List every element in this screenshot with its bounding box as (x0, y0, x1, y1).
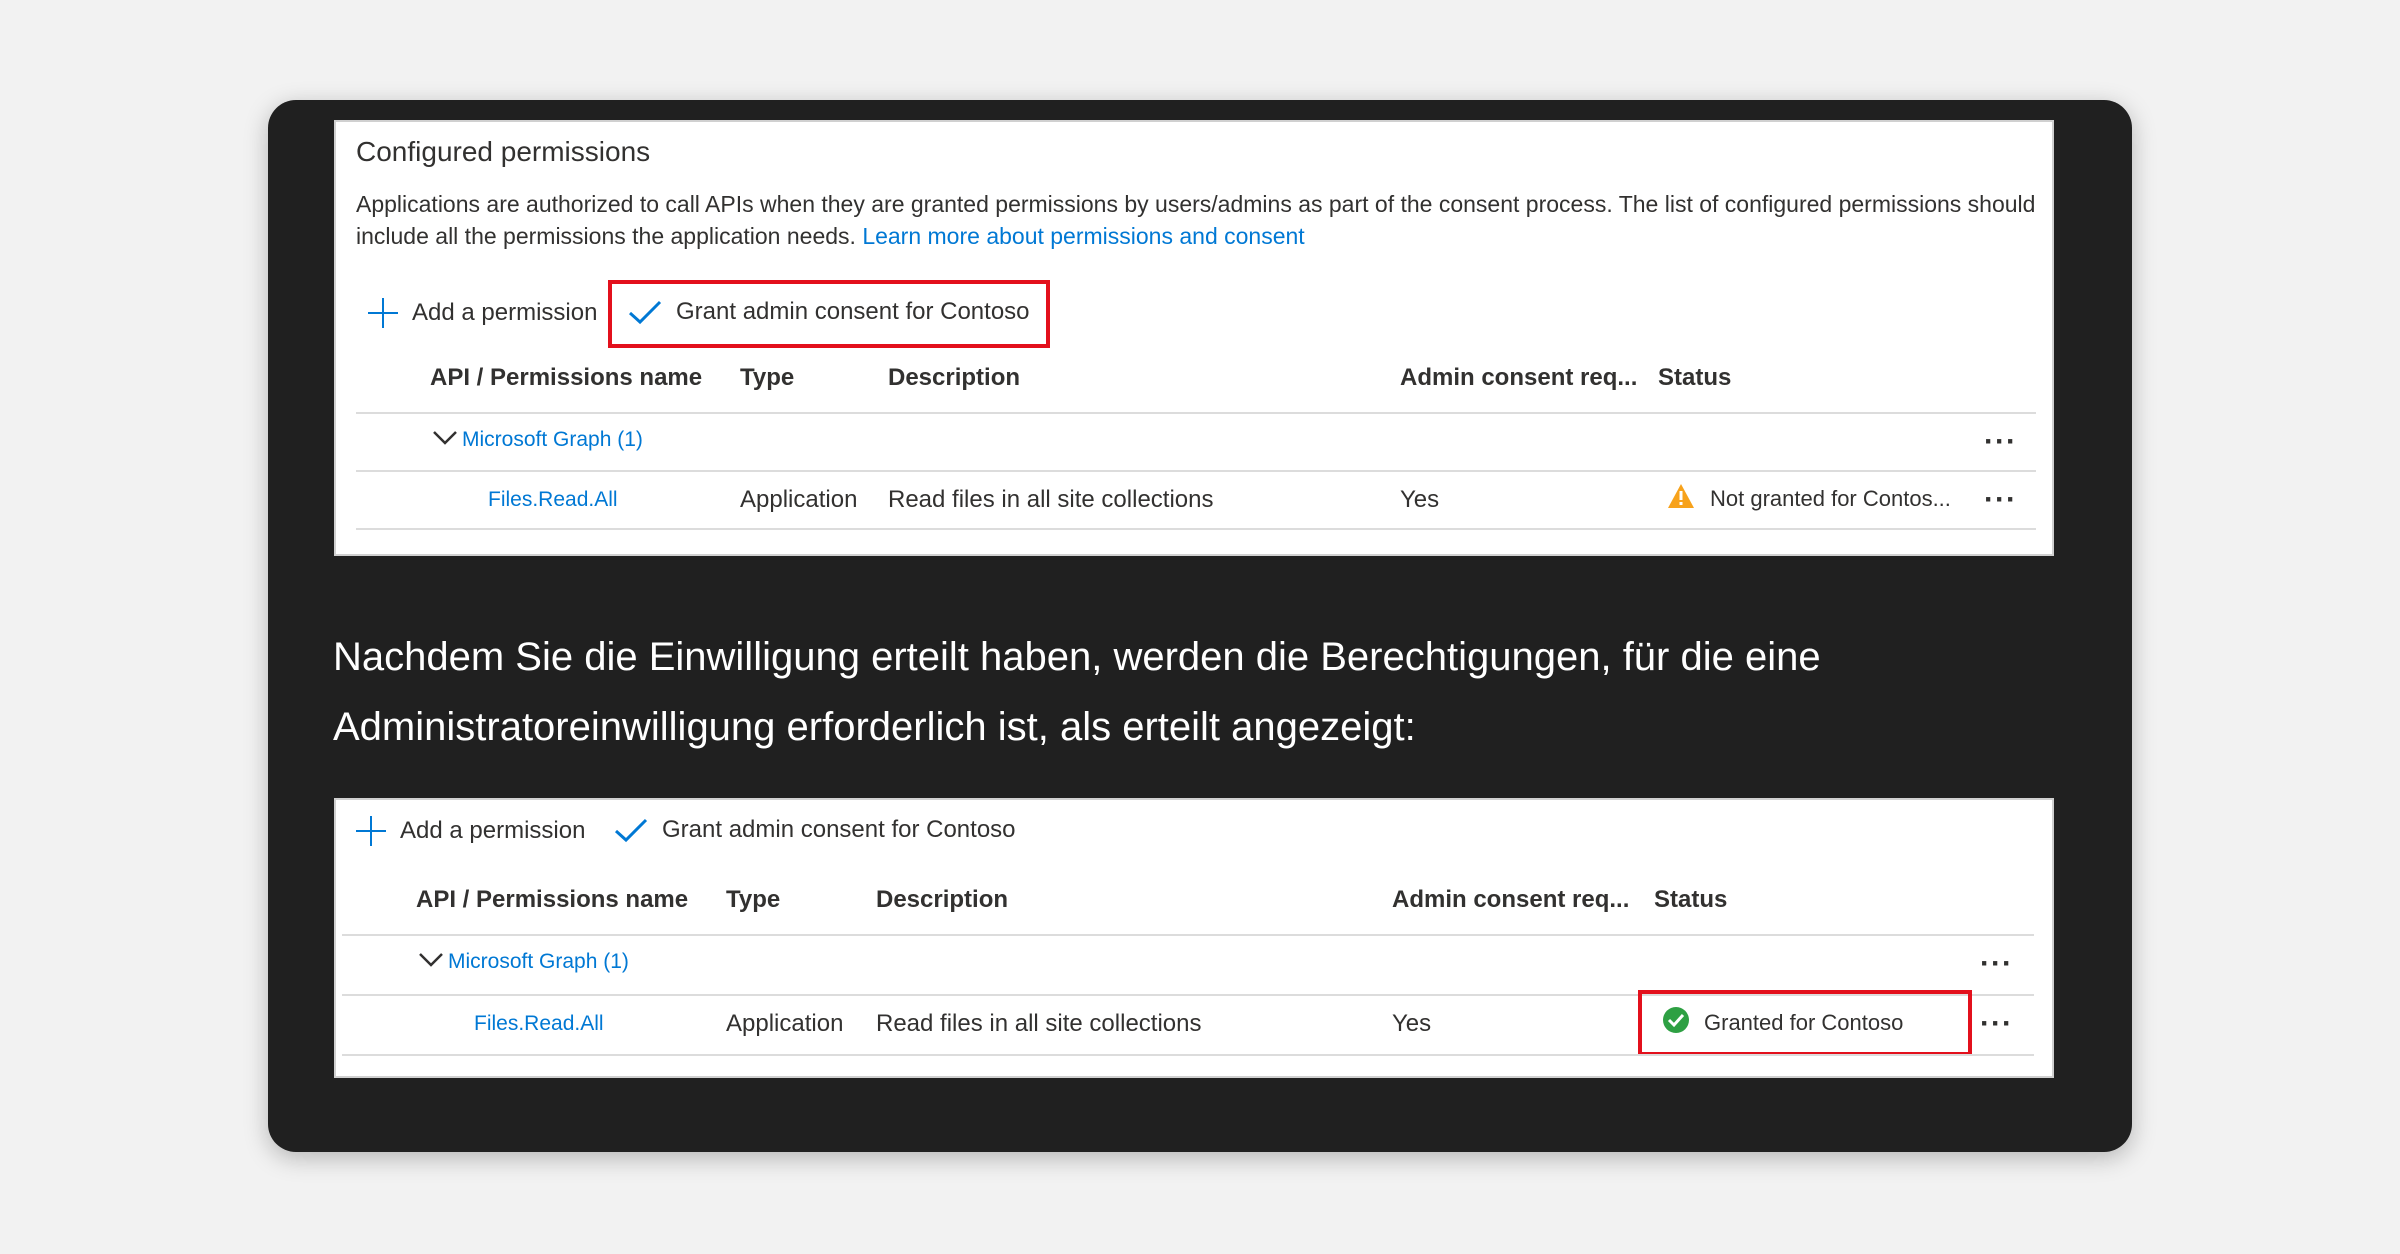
permission-name-link[interactable]: Files.Read.All (474, 1012, 604, 1036)
group-label[interactable]: Microsoft Graph (1) (448, 950, 629, 974)
divider (356, 470, 2036, 472)
col-header-description[interactable]: Description (888, 364, 1020, 392)
col-header-name[interactable]: API / Permissions name (430, 364, 702, 392)
checkmark-icon (614, 817, 648, 843)
divider (356, 528, 2036, 530)
col-header-name[interactable]: API / Permissions name (416, 886, 688, 914)
col-header-admin-consent[interactable]: Admin consent req... (1400, 364, 1637, 392)
more-options-icon[interactable]: ··· (1984, 485, 2017, 515)
plus-icon (368, 298, 398, 328)
warning-icon (1666, 482, 1696, 516)
admin-consent-required: Yes (1392, 1010, 1432, 1037)
grant-admin-consent-button[interactable]: Grant admin consent for Contoso (614, 816, 1016, 844)
add-permission-label: Add a permission (400, 817, 586, 844)
divider (342, 934, 2034, 936)
add-permission-button[interactable]: Add a permission (356, 816, 585, 846)
configured-permissions-panel: Configured permissions Applications are … (334, 120, 2054, 556)
col-header-type[interactable]: Type (740, 364, 794, 392)
more-options-icon[interactable]: ··· (1980, 1009, 2013, 1039)
panel-title: Configured permissions (356, 136, 651, 167)
permission-type: Application (740, 486, 858, 513)
add-permission-label: Add a permission (412, 299, 598, 326)
status-text: Not granted for Contos... (1710, 486, 1951, 511)
col-header-status[interactable]: Status (1658, 364, 1731, 392)
status-badge: Not granted for Contos... (1666, 482, 1951, 516)
granted-permissions-panel: Add a permission Grant admin consent for… (334, 798, 2054, 1078)
divider (356, 412, 2036, 414)
chevron-down-icon[interactable] (418, 951, 444, 974)
panel-description: Applications are authorized to call APIs… (356, 188, 2036, 252)
highlight-box (1638, 990, 1972, 1056)
group-row[interactable]: Microsoft Graph (1) (432, 428, 643, 452)
explanation-text: Nachdem Sie die Einwilligung erteilt hab… (333, 635, 1821, 749)
plus-icon (356, 816, 386, 846)
col-header-status[interactable]: Status (1654, 886, 1727, 914)
learn-more-link[interactable]: Learn more about permissions and consent (862, 223, 1304, 249)
col-header-type[interactable]: Type (726, 886, 780, 914)
permission-description: Read files in all site collections (888, 486, 1214, 513)
more-options-icon[interactable]: ··· (1984, 427, 2017, 457)
col-header-description[interactable]: Description (876, 886, 1008, 914)
admin-consent-required: Yes (1400, 486, 1440, 513)
grant-admin-consent-label: Grant admin consent for Contoso (662, 816, 1016, 843)
more-options-icon[interactable]: ··· (1980, 949, 2013, 979)
permission-description: Read files in all site collections (876, 1010, 1202, 1037)
add-permission-button[interactable]: Add a permission (368, 298, 597, 328)
highlight-box (608, 280, 1050, 348)
group-label[interactable]: Microsoft Graph (1) (462, 428, 643, 452)
group-row[interactable]: Microsoft Graph (1) (418, 950, 629, 974)
chevron-down-icon[interactable] (432, 429, 458, 452)
divider (342, 1054, 2034, 1056)
col-header-admin-consent[interactable]: Admin consent req... (1392, 886, 1629, 914)
permission-type: Application (726, 1010, 844, 1037)
permission-name-link[interactable]: Files.Read.All (488, 488, 618, 512)
